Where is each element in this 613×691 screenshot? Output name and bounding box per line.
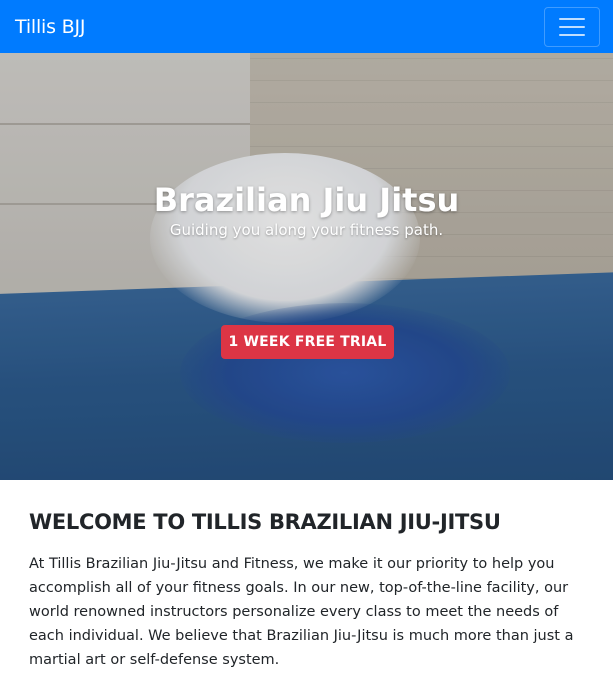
hero-overlay [0,53,613,480]
hamburger-menu-icon [559,17,585,20]
hamburger-menu-icon-bar [559,25,585,28]
hero-title: Brazilian Jiu Jitsu [153,181,460,219]
top-navbar: Tillis BJJ [0,0,613,53]
brand-link[interactable]: Tillis BJJ [15,16,86,38]
welcome-heading: WELCOME TO TILLIS BRAZILIAN JIU-JITSU [29,510,501,534]
intro-paragraph: At Tillis Brazilian Jiu-Jitsu and Fitnes… [29,556,574,668]
menu-toggle-button[interactable] [544,6,600,47]
hamburger-menu-icon-bar [559,33,585,36]
hero-subtitle: Guiding you along your fitness path. [169,221,444,239]
main-content: WELCOME TO TILLIS BRAZILIAN JIU-JITSU At… [29,480,589,672]
hero-banner: Brazilian Jiu Jitsu Guiding you along yo… [0,53,613,480]
free-trial-button[interactable]: 1 WEEK FREE TRIAL [221,325,394,359]
